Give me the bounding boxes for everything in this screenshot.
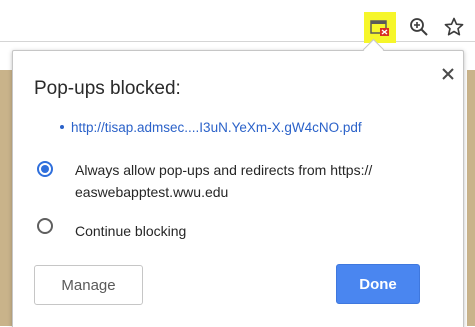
toolbar-divider bbox=[0, 41, 475, 42]
star-icon bbox=[444, 17, 464, 36]
option-always-allow-line1: Always allow pop-ups and redirects from … bbox=[75, 162, 373, 178]
radio-continue-blocking[interactable] bbox=[37, 218, 53, 234]
done-button[interactable]: Done bbox=[336, 264, 420, 304]
option-continue-blocking-label[interactable]: Continue blocking bbox=[75, 220, 186, 242]
popup-blocked-indicator-button[interactable] bbox=[364, 12, 396, 43]
blocked-url-item: http://tisap.admsec....I3uN.YeXm-X.gW4cN… bbox=[60, 120, 362, 135]
radio-selected-dot bbox=[41, 165, 49, 173]
bookmark-button[interactable] bbox=[440, 13, 468, 41]
radio-always-allow[interactable] bbox=[37, 161, 53, 177]
popup-blocked-icon bbox=[370, 19, 389, 36]
option-always-allow-line2: easwebapptest.wwu.edu bbox=[75, 184, 229, 200]
bubble-title: Pop-ups blocked: bbox=[34, 78, 181, 99]
zoom-icon bbox=[410, 18, 428, 36]
option-always-allow-label[interactable]: Always allow pop-ups and redirects from … bbox=[75, 159, 372, 203]
blocked-url-link[interactable]: http://tisap.admsec....I3uN.YeXm-X.gW4cN… bbox=[71, 120, 362, 135]
browser-toolbar bbox=[0, 0, 475, 44]
close-button[interactable] bbox=[436, 62, 460, 86]
manage-button[interactable]: Manage bbox=[34, 265, 143, 305]
zoom-button[interactable] bbox=[405, 13, 433, 41]
page-background-right bbox=[467, 70, 475, 326]
close-icon bbox=[442, 68, 454, 80]
bullet-icon bbox=[60, 125, 64, 130]
